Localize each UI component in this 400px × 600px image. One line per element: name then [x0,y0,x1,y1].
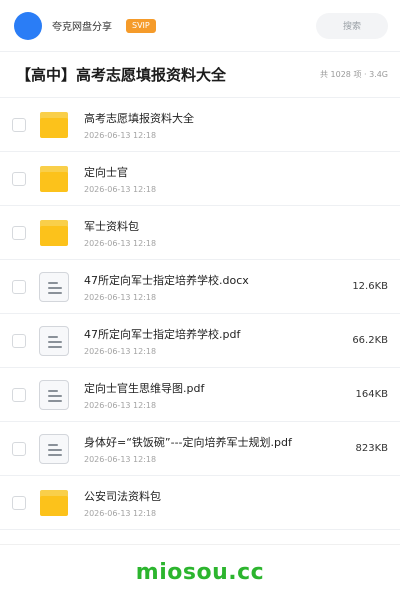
item-info: 身体好=“铁饭碗”---定向培养军士规划.pdf 2026-06-13 12:18 [84,434,347,464]
item-info: 军士资料包 2026-06-13 12:18 [84,218,388,248]
item-size: 66.2KB [352,335,388,346]
item-name: 定向士官生思维导图.pdf [84,381,205,395]
item-date: 2026-06-13 12:18 [84,400,157,410]
select-checkbox[interactable] [12,279,26,294]
item-name: 定向士官 [84,165,128,179]
item-date: 2026-06-13 12:18 [84,346,157,356]
folder-icon [38,217,70,249]
folder-row[interactable]: 高考志愿填报资料大全 2026-06-13 12:18 [0,98,400,152]
select-checkbox[interactable] [12,495,26,510]
folder-row[interactable]: 定向士官 2026-06-13 12:18 [0,152,400,206]
file-list: 高考志愿填报资料大全 2026-06-13 12:18 定向士官 2026-06-13… [0,98,400,530]
select-checkbox[interactable] [12,441,26,456]
select-checkbox[interactable] [12,117,26,132]
item-info: 公安司法资料包 2026-06-13 12:18 [84,488,388,518]
file-row[interactable]: 定向士官生思维导图.pdf 2026-06-13 12:18 164KB [0,368,400,422]
header: 夸克网盘分享 SVIP 搜索 [0,0,400,52]
username: 夸克网盘分享 [52,22,112,33]
folder-icon [38,487,70,519]
select-checkbox[interactable] [12,333,26,348]
document-icon [38,325,70,357]
search-box[interactable]: 搜索 [316,12,388,39]
item-info: 47所定向军士指定培养学校.pdf 2026-06-13 12:18 [84,326,344,356]
file-row[interactable]: 身体好=“铁饭碗”---定向培养军士规划.pdf 2026-06-13 12:18… [0,422,400,476]
share-page: 夸克网盘分享 SVIP 搜索 【高中】高考志愿填报资料大全 共 1028 项 ·… [0,0,400,600]
item-count: 共 1028 项 · 3.4G [320,70,388,79]
folder-row[interactable]: 军士资料包 2026-06-13 12:18 [0,206,400,260]
document-icon [38,379,70,411]
document-icon [38,271,70,303]
file-row[interactable]: 47所定向军士指定培养学校.docx 2026-06-13 12:18 12.6KB [0,260,400,314]
search-placeholder: 搜索 [342,22,361,32]
item-date: 2026-06-13 12:18 [84,454,157,464]
item-name: 公安司法资料包 [84,489,161,503]
brand-watermark: miosou.cc [135,560,265,585]
item-date: 2026-06-13 12:18 [84,508,157,518]
item-info: 47所定向军士指定培养学校.docx 2026-06-13 12:18 [84,272,344,302]
item-name: 军士资料包 [84,219,139,233]
item-size: 12.6KB [352,281,388,292]
avatar[interactable] [14,11,42,40]
file-row[interactable]: 47所定向军士指定培养学校.pdf 2026-06-13 12:18 66.2KB [0,314,400,368]
folder-row[interactable]: 公安司法资料包 2026-06-13 12:18 [0,476,400,530]
item-date: 2026-06-13 12:18 [84,184,157,194]
item-date: 2026-06-13 12:18 [84,292,157,302]
item-name: 47所定向军士指定培养学校.pdf [84,327,241,341]
select-checkbox[interactable] [12,387,26,402]
item-name: 高考志愿填报资料大全 [84,111,194,125]
item-date: 2026-06-13 12:18 [84,238,157,248]
item-info: 定向士官生思维导图.pdf 2026-06-13 12:18 [84,380,347,410]
item-info: 定向士官 2026-06-13 12:18 [84,164,388,194]
item-date: 2026-06-13 12:18 [84,130,157,140]
item-size: 164KB [355,389,388,400]
select-checkbox[interactable] [12,171,26,186]
item-size: 823KB [355,443,388,454]
item-name: 身体好=“铁饭碗”---定向培养军士规划.pdf [84,435,292,449]
folder-icon [38,109,70,141]
footer: miosou.cc [0,544,400,600]
title-row: 【高中】高考志愿填报资料大全 共 1028 项 · 3.4G [0,52,400,98]
select-checkbox[interactable] [12,225,26,240]
svip-badge: SVIP [126,18,156,33]
page-title: 【高中】高考志愿填报资料大全 [16,66,227,84]
document-icon [38,433,70,465]
folder-icon [38,163,70,195]
item-info: 高考志愿填报资料大全 2026-06-13 12:18 [84,110,388,140]
item-name: 47所定向军士指定培养学校.docx [84,273,249,287]
